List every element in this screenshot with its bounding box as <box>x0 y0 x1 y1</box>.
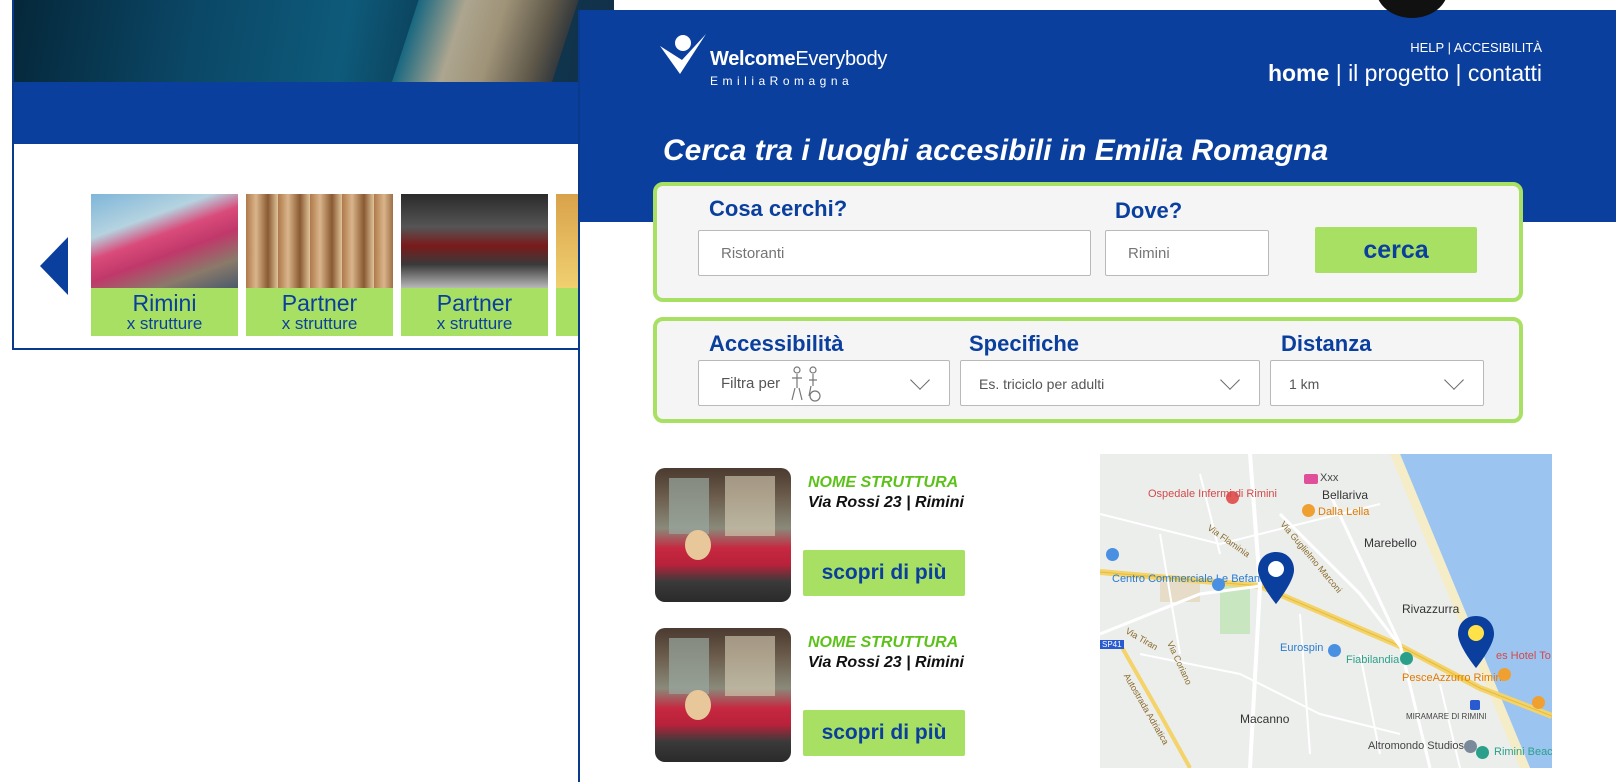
hotel-poi-icon[interactable] <box>1304 474 1318 484</box>
beach-poi-icon[interactable] <box>1476 746 1489 759</box>
nav-home[interactable]: home <box>1268 60 1329 86</box>
discover-more-button[interactable]: scopri di più <box>803 550 965 596</box>
map-pin-icon[interactable] <box>1456 614 1496 670</box>
person-check-icon <box>660 34 706 74</box>
result-photo <box>655 628 791 762</box>
carousel-card-partner[interactable]: Partner x strutture <box>401 194 548 336</box>
logo-region: EmiliaRomagna <box>710 74 854 88</box>
carousel-card-rimini[interactable]: Rimini x strutture <box>91 194 238 336</box>
site-logo[interactable]: WelcomeEverybody EmiliaRomagna <box>658 26 918 88</box>
search-button[interactable]: cerca <box>1315 227 1477 273</box>
map-label-eurospin: Eurospin <box>1280 642 1324 654</box>
restaurant-poi-icon[interactable] <box>1302 504 1315 517</box>
where-input-field[interactable] <box>1128 231 1254 275</box>
distance-label: Distanza <box>1281 331 1372 356</box>
specs-value: Es. triciclo per adulti <box>979 376 1105 392</box>
card-photo <box>401 194 548 288</box>
carousel-prev-arrow-icon[interactable] <box>40 237 68 295</box>
distance-value: 1 km <box>1289 376 1320 392</box>
map-label-miramare: MIRAMARE DI RIMINI <box>1406 712 1487 721</box>
results-map[interactable]: Ospedale Infermi di Rimini Xxx Bellariva… <box>1100 454 1552 768</box>
card-subtitle: x strutture <box>126 314 203 333</box>
chevron-down-icon <box>1444 370 1464 390</box>
help-accessibility-links[interactable]: HELP | ACCESIBILITÀ <box>1410 40 1542 55</box>
where-input[interactable] <box>1105 230 1269 276</box>
accessibility-label: Accessibilità <box>709 331 844 356</box>
logo-name: WelcomeEverybody <box>710 48 888 70</box>
carousel-card-partner[interactable]: Partner x strutture <box>246 194 393 336</box>
card-title: Partner <box>281 290 358 316</box>
map-label-bellariva: Bellariva <box>1322 488 1369 502</box>
map-label-dalla-lella: Dalla Lella <box>1318 506 1370 518</box>
discover-more-button[interactable]: scopri di più <box>803 710 965 756</box>
what-label: Cosa cerchi? <box>709 196 848 221</box>
map-label-xxx: Xxx <box>1320 472 1339 484</box>
restaurant-poi-icon[interactable] <box>1532 696 1545 709</box>
map-label-macanno: Macanno <box>1240 712 1290 726</box>
map-label-rivazzurra: Rivazzurra <box>1402 602 1460 616</box>
background-page: Rimini x strutture Partner x strutture Par… <box>12 0 614 350</box>
result-name: NOME STRUTTURA <box>808 474 959 491</box>
where-label: Dove? <box>1115 198 1183 223</box>
result-address: Via Rossi 23 | Rimini <box>808 654 964 671</box>
result-photo <box>655 468 791 602</box>
map-road-sp41: SP41 <box>1100 640 1124 649</box>
card-subtitle: x strutture <box>281 314 358 333</box>
shopping-poi-icon[interactable] <box>1106 548 1119 561</box>
chevron-down-icon <box>910 370 930 390</box>
result-address: Via Rossi 23 | Rimini <box>808 494 964 511</box>
result-item: NOME STRUTTURA Via Rossi 23 | Rimini sco… <box>655 468 1055 602</box>
map-label-ospedale: Ospedale Infermi di Rimini <box>1148 488 1277 500</box>
card-title: Rimini <box>132 290 197 316</box>
card-subtitle: x strutture <box>436 314 513 333</box>
shopping-poi-icon[interactable] <box>1328 644 1341 657</box>
map-label-altromondo: Altromondo Studios <box>1368 740 1464 752</box>
specs-label: Specifiche <box>969 331 1080 356</box>
card-photo <box>91 194 238 288</box>
what-input-field[interactable] <box>721 231 1054 275</box>
search-window: WelcomeEverybody EmiliaRomagna HELP | AC… <box>578 10 1616 782</box>
distance-select[interactable]: 1 km <box>1270 360 1484 406</box>
map-label-marebello: Marebello <box>1364 536 1417 550</box>
map-pin-icon[interactable] <box>1256 550 1296 606</box>
map-label-rimini-beach: Rimini Beach <box>1494 746 1552 758</box>
hero-band <box>14 82 614 144</box>
map-label-centro-commerciale: Centro Commerciale Le Befane <box>1112 573 1267 585</box>
search-panel: Cosa cerchi? Dove? cerca <box>653 182 1523 302</box>
main-nav: home | il progetto | contatti <box>1268 60 1542 87</box>
accessibility-select[interactable]: Filtra per <box>698 360 950 406</box>
nav-separator: | <box>1455 60 1462 86</box>
map-label-hotel: es Hotel To <box>1496 650 1551 662</box>
park-poi-icon[interactable] <box>1400 652 1413 665</box>
chevron-down-icon <box>1220 370 1240 390</box>
nav-progetto[interactable]: il progetto <box>1348 60 1449 86</box>
result-name: NOME STRUTTURA <box>808 634 959 651</box>
nav-contatti[interactable]: contatti <box>1468 60 1542 86</box>
result-item: NOME STRUTTURA Via Rossi 23 | Rimini sco… <box>655 628 1055 762</box>
what-input[interactable] <box>698 230 1091 276</box>
hero-aerial-photo <box>14 0 614 82</box>
filters-panel: Accessibilità Filtra per Specifiche Es. … <box>653 317 1523 423</box>
map-label-pesce-azzurro: PesceAzzurro Rimini <box>1402 672 1505 684</box>
map-label-fiabilandia: Fiabilandia <box>1346 654 1400 666</box>
page-headline: Cerca tra i luoghi accesibili in Emilia … <box>663 134 1329 167</box>
nav-separator: | <box>1335 60 1342 86</box>
accessibility-value: Filtra per <box>721 375 781 392</box>
transit-poi-icon[interactable] <box>1470 700 1480 710</box>
restaurant-poi-icon[interactable] <box>1498 668 1511 681</box>
shopping-poi-icon[interactable] <box>1212 578 1225 591</box>
card-title: Partner <box>436 290 513 316</box>
specs-select[interactable]: Es. triciclo per adulti <box>960 360 1260 406</box>
wheelchair-walker-icon <box>791 366 821 402</box>
card-photo <box>246 194 393 288</box>
